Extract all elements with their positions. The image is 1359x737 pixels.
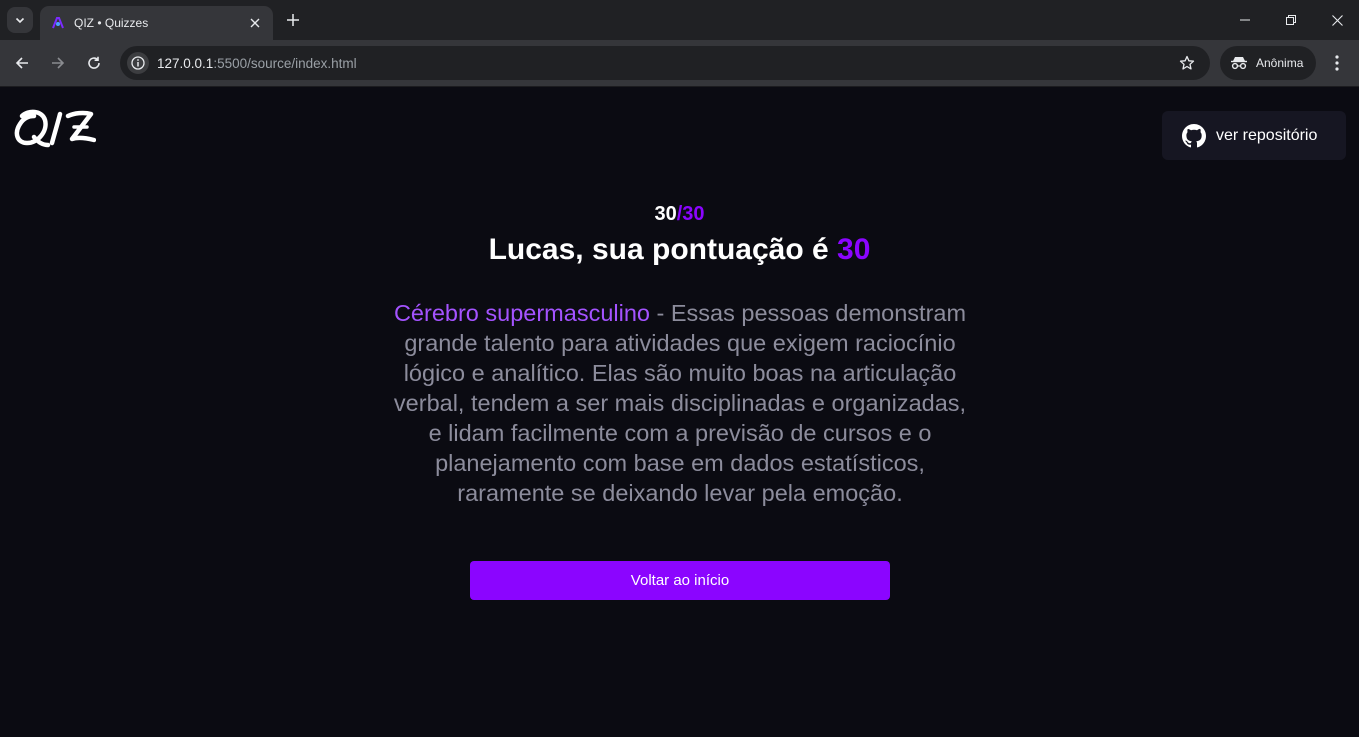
score-total: /30 (676, 203, 705, 225)
quiz-result-page: ver repositório 30/30 Lucas, sua pontuaç… (0, 88, 1359, 737)
github-icon (1182, 123, 1206, 147)
minimize-icon (1240, 19, 1250, 21)
quiz-favicon-icon (50, 15, 66, 31)
qiz-logo-mark (14, 109, 97, 148)
address-bar[interactable]: 127.0.0.1:5500/source/index.html (120, 46, 1210, 80)
restore-button[interactable] (1279, 8, 1303, 32)
score-correct: 30 (654, 203, 677, 225)
back-nav-button[interactable] (11, 52, 33, 74)
browser-menu-button[interactable] (1326, 52, 1348, 74)
result-description: Cérebro supermasculino - Essas pessoas d… (390, 298, 970, 508)
back-to-start-button[interactable]: Voltar ao início (470, 561, 890, 600)
arrow-right-icon (52, 57, 65, 69)
tab-title: QIZ • Quizzes (74, 16, 149, 30)
result-text: - Essas pessoas demonstram grande talent… (393, 300, 967, 506)
result-title: Cérebro supermasculino (393, 300, 650, 326)
tab-search-button[interactable] (7, 7, 33, 33)
restore-icon (1286, 15, 1296, 25)
minimize-button[interactable] (1233, 8, 1257, 32)
qiz-logo[interactable] (14, 106, 97, 150)
repo-button-label: ver repositório (1216, 126, 1318, 144)
url-path: :5500/source/index.html (213, 55, 357, 71)
browser-tab-bar: QIZ • Quizzes (0, 0, 1359, 40)
score-fraction: 30/30 (0, 203, 1359, 226)
score-headline: Lucas, sua pontuação é 30 (0, 233, 1359, 267)
bookmark-star-icon[interactable] (1176, 52, 1198, 74)
url-host: 127.0.0.1 (157, 55, 214, 71)
incognito-profile-button[interactable]: Anônima (1220, 46, 1316, 80)
arrow-left-icon (15, 57, 28, 69)
chevron-down-icon (15, 17, 25, 24)
site-info-icon[interactable] (127, 52, 149, 74)
close-window-button[interactable] (1325, 8, 1349, 32)
close-icon (1331, 14, 1343, 26)
reload-icon (88, 56, 100, 69)
profile-label: Anônima (1256, 56, 1304, 70)
new-tab-button[interactable] (282, 9, 304, 31)
url-text[interactable]: 127.0.0.1:5500/source/index.html (157, 56, 1176, 71)
close-icon[interactable] (247, 15, 263, 31)
reload-button[interactable] (83, 52, 105, 74)
incognito-icon (1231, 57, 1247, 70)
more-vertical-icon (1335, 55, 1339, 71)
headline-score-value: 30 (837, 233, 871, 266)
forward-nav-button[interactable] (47, 52, 69, 74)
browser-toolbar: 127.0.0.1:5500/source/index.html Anônima (0, 40, 1359, 87)
headline-text: Lucas, sua pontuação é (488, 233, 838, 266)
browser-tab-active[interactable]: QIZ • Quizzes (40, 6, 273, 40)
view-repository-button[interactable]: ver repositório (1162, 111, 1346, 160)
plus-icon (287, 14, 299, 26)
